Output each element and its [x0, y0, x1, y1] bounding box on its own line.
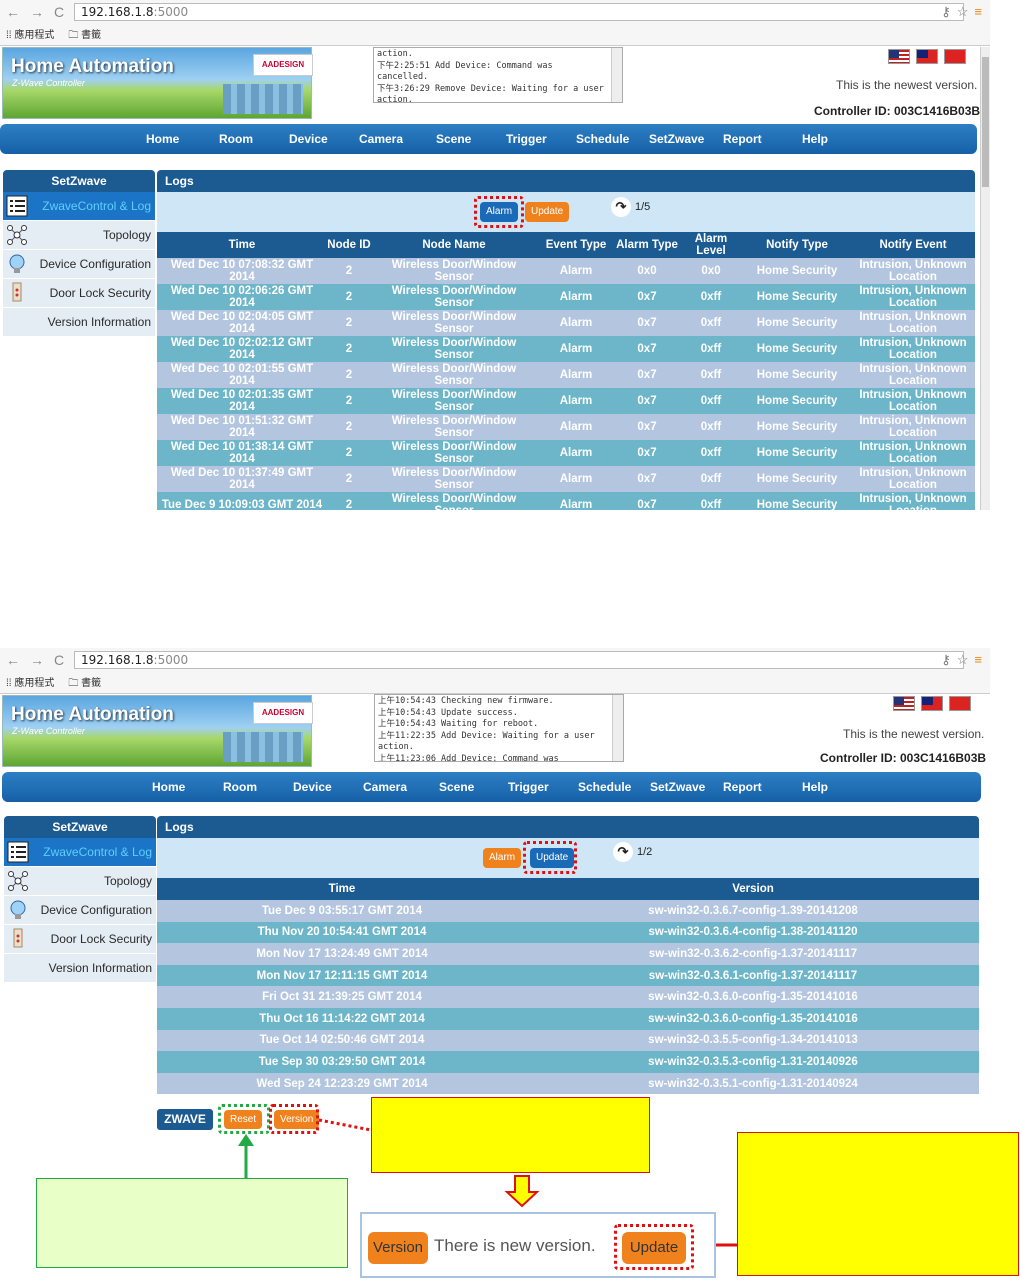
- reset-callout: [36, 1178, 348, 1268]
- down-arrow-icon: [504, 1175, 540, 1208]
- annotation-arrows: [238, 1118, 737, 1253]
- new-version-popup: Version There is new version. Update: [360, 1212, 716, 1278]
- popup-version-button[interactable]: Version: [368, 1232, 428, 1264]
- update-callout: [737, 1132, 1019, 1276]
- new-version-message: There is new version.: [434, 1236, 596, 1255]
- version-callout-connector: [318, 1118, 372, 1132]
- popup-update-highlight: [614, 1224, 694, 1270]
- version-callout: [371, 1097, 650, 1173]
- reset-arrow-head: [238, 1134, 254, 1146]
